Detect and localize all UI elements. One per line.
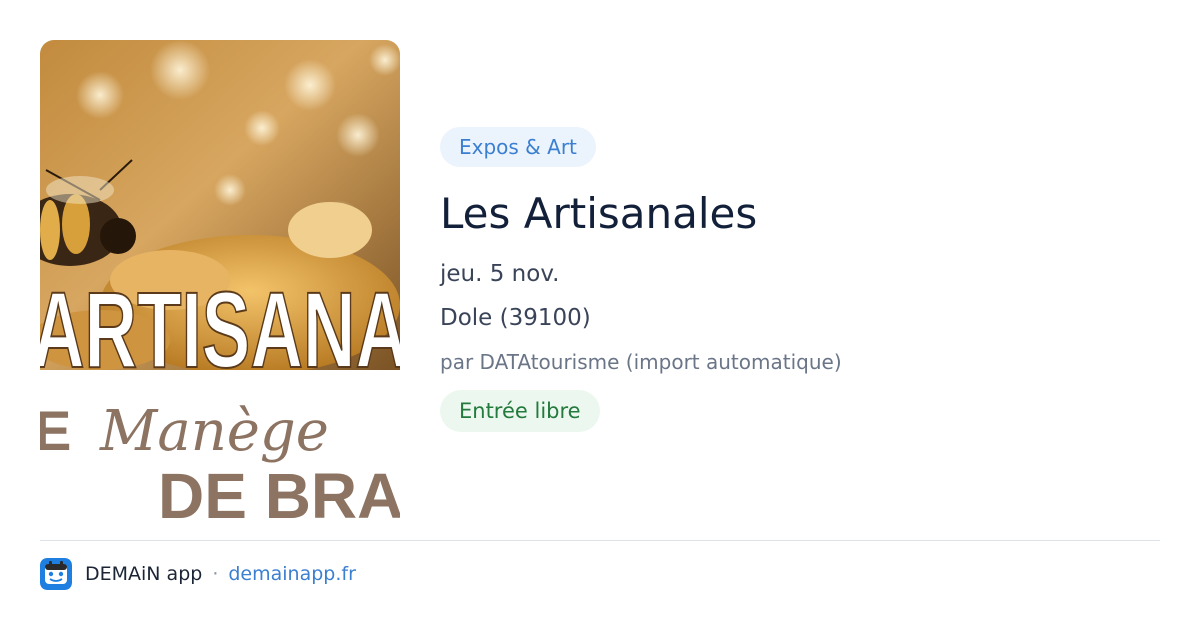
event-poster-image[interactable]: ARTISANA E Manège DE BRA — [40, 40, 400, 520]
footer: DEMAiN app · demainapp.fr — [40, 557, 356, 591]
event-date: jeu. 5 nov. — [440, 261, 560, 287]
footer-separator: · — [212, 563, 219, 585]
event-title[interactable]: Les Artisanales — [440, 186, 1160, 242]
event-share-card: ARTISANA E Manège DE BRA Expos & Art Les… — [0, 0, 1200, 630]
poster-script-line: Manège — [99, 399, 329, 464]
footer-divider — [40, 540, 1160, 541]
app-domain-link[interactable]: demainapp.fr — [228, 563, 356, 585]
price-badge: Entrée libre — [440, 390, 600, 432]
category-badge[interactable]: Expos & Art — [440, 127, 596, 167]
app-name: DEMAiN app — [85, 563, 203, 585]
demain-app-logo-icon[interactable] — [40, 558, 72, 590]
event-location: Dole (39100) — [440, 305, 591, 331]
event-info: Expos & Art Les Artisanales jeu. 5 nov. … — [440, 127, 1160, 432]
event-source: par DATAtourisme (import automatique) — [440, 350, 842, 374]
poster-bottom-line: DE BRA — [158, 460, 400, 520]
poster-left-fragment: E — [40, 399, 71, 462]
